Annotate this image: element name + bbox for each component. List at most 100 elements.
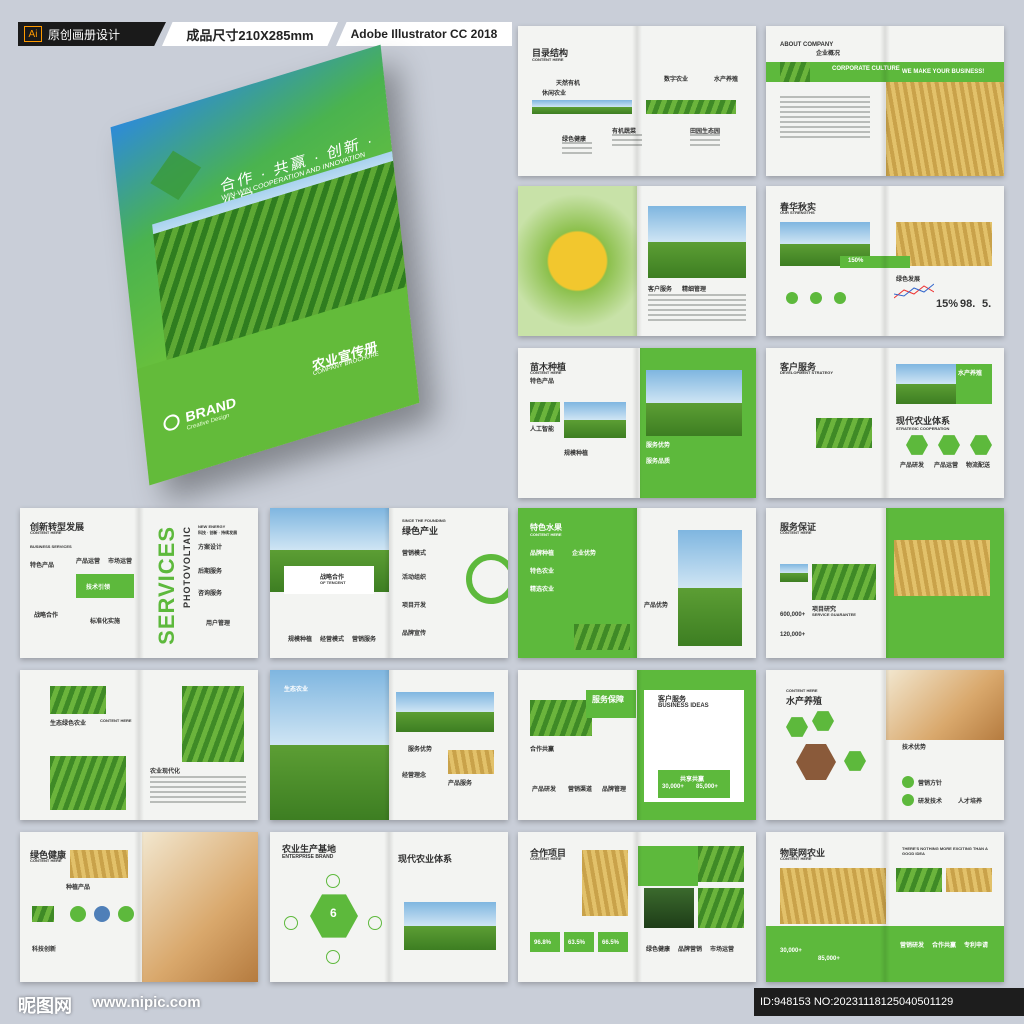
new-energy-label: NEW ENERGY (198, 524, 226, 529)
toc-item: 休闲农业 (542, 91, 567, 97)
step-dot (786, 292, 798, 304)
hexagon-icon (844, 751, 866, 771)
spread-title: 生态农业 (284, 687, 309, 693)
item-label: 服务优势 (646, 443, 671, 449)
spread-about-company: ABOUT COMPANY 企业概况 CORPORATE CULTURE WE … (766, 26, 1004, 176)
photovoltaic-title: PHOTOVOLTAIC (182, 526, 192, 609)
harvest-photo (886, 82, 1004, 176)
harvester-photo (646, 370, 742, 436)
spread-iot-agriculture: 物联网农业 CONTENT HERE 30,000+ 85,000+ THERE… (766, 832, 1004, 982)
sunset-photo (396, 692, 494, 732)
spread-title: 生态绿色农业 (50, 721, 87, 727)
spread-green-industry: 战略合作 OF TENCENT SINCE THE FOUNDING 绿色产业 … (270, 508, 508, 658)
item-label: 咨询服务 (198, 591, 223, 597)
stat-1: 15% (936, 298, 959, 310)
thumb-photo (896, 868, 942, 892)
number-badge (902, 776, 914, 788)
item-label: 品牌管理 (602, 787, 627, 793)
spread-sub: ENTERPRISE BRAND (282, 854, 334, 860)
item-label: 客户服务 (648, 287, 673, 293)
spread-sub: OUR STRENGTHS (780, 210, 815, 215)
blueberry-icon (94, 906, 110, 922)
spread-fruit: 特色水果 CONTENT HERE 品牌种植 企业优势 特色农业 精选农业 产品… (518, 508, 756, 658)
greenhouse-photo (812, 564, 876, 600)
item-label: 标准化实施 (90, 619, 121, 625)
item-label: 种植产品 (66, 885, 91, 891)
item-label: 特色农业 (530, 569, 555, 575)
item-label: 技术优势 (902, 745, 927, 751)
line-chart-icon (894, 283, 934, 299)
item-label: 人工智能 (530, 427, 555, 433)
spread-sub: CONTENT HERE (530, 532, 562, 537)
banner-tag: CORPORATE CULTURE (832, 66, 900, 72)
toc-item: 水产养殖 (714, 77, 739, 83)
item-label: 产品优势 (644, 603, 669, 609)
item-label: 营销研发 (900, 943, 925, 949)
section-sub: BUSINESS IDEAS (658, 703, 709, 709)
watermark-url[interactable]: www.nipic.com (92, 994, 201, 1011)
item-label: 物流配送 (966, 463, 991, 469)
item-label: 活动组织 (402, 575, 427, 581)
stat-1: 30,000+ (780, 948, 802, 954)
field-photo (816, 418, 872, 448)
stat-2: 85,000+ (696, 784, 718, 790)
wheat-photo (70, 850, 128, 878)
wheat-photo (582, 850, 628, 916)
spread-sub: CONTENT HERE (532, 57, 564, 62)
item-label: 营销模式 (402, 551, 427, 557)
corn-plant-photo (182, 686, 244, 762)
item-label: 精细管理 (682, 287, 707, 293)
spread-production-base: 农业生产基地 ENTERPRISE BRAND 6 现代农业体系 (270, 832, 508, 982)
item-label: 产品服务 (448, 781, 473, 787)
hexagon-photo (796, 744, 836, 780)
item-label: 规模种植 (288, 637, 313, 643)
item-label: 产品运营 (76, 559, 101, 565)
node-icon (326, 874, 340, 888)
item-label: 农业现代化 (150, 769, 181, 775)
item-label: 产品研发 (900, 463, 925, 469)
spread-sub: CONTENT HERE (30, 858, 62, 863)
spread-cooperation: 合作项目 CONTENT HERE 96.8% 63.5% 66.5% 绿色健康… (518, 832, 756, 982)
crop-photo (698, 888, 744, 928)
toc-item: 数字农业 (664, 77, 689, 83)
hexagon-icon (812, 711, 834, 731)
text-block (690, 134, 720, 149)
item-label: 产品运营 (934, 463, 959, 469)
step-dot (834, 292, 846, 304)
thumb-photo (780, 564, 808, 582)
spread-eco-farm: 服务优势 经营理念 产品服务 生态农业 (270, 670, 508, 820)
stat-3: 5. (982, 298, 992, 310)
tea-field-photo (50, 756, 126, 810)
item-label: 专利申请 (964, 943, 989, 949)
thumb-photo (32, 906, 54, 922)
spread-sub: CONTENT HERE (530, 370, 562, 375)
dusty-field-photo (886, 670, 1004, 740)
item-label: 规模种植 (564, 451, 589, 457)
spread-title: 企业概况 (816, 51, 841, 57)
item-label: 市场运营 (108, 559, 133, 565)
item-label: 经营模式 (320, 637, 345, 643)
seedling-photo (644, 888, 694, 928)
item-label: 营销服务 (352, 637, 377, 643)
field-photo (404, 902, 496, 950)
ring-decoration (466, 554, 508, 604)
section-sub: STRATEGIC COOPERATION (896, 426, 950, 431)
stat-2: 98. (960, 298, 976, 310)
tea-photo (530, 700, 592, 736)
harvest-photo (894, 540, 990, 596)
item-sub: SERVICE GUARANTEE (812, 612, 856, 617)
percent-tag: 150% (848, 258, 864, 264)
item-label: 品牌宣传 (402, 631, 427, 637)
thumb-photo (780, 62, 810, 82)
spread-guarantee: 服务保证 CONTENT HERE 项目研究 SERVICE GUARANTEE… (766, 508, 1004, 658)
item-label: 经营理念 (402, 773, 427, 779)
watermark: 昵图网 (18, 996, 72, 1016)
item-label: 营销渠道 (568, 787, 593, 793)
thumb-photo (530, 402, 560, 422)
field-photo (648, 206, 746, 278)
spread-sub: CONTENT HERE (786, 688, 818, 693)
item-label: 共享共赢 (680, 777, 705, 783)
spread-strengths: 春华秋实 OUR STRENGTHS 150% 绿色发展 15% 98. 5. (766, 186, 1004, 336)
toc-strip-photo (646, 100, 736, 114)
spread-innovation: 创新转型发展 CONTENT HERE BUSINESS SERVICES 特色… (20, 508, 258, 658)
